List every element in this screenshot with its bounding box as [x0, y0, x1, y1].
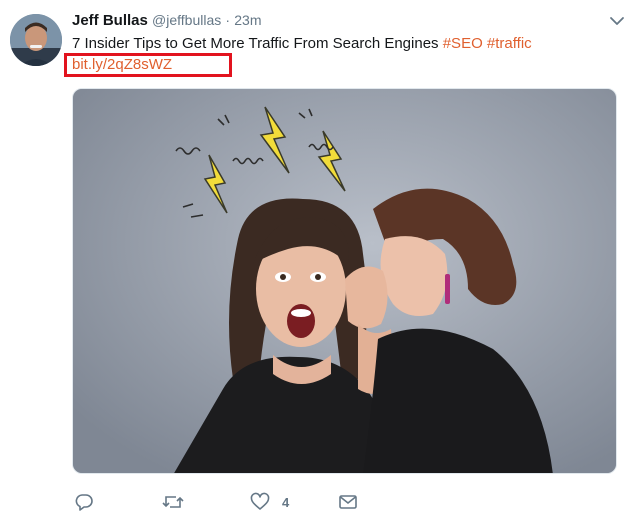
tweet-media-photo[interactable]: [72, 88, 617, 474]
retweet-button[interactable]: [162, 490, 184, 514]
like-count: 4: [282, 494, 290, 510]
tweet-actions-bar: 4: [72, 490, 617, 514]
tweet-timestamp[interactable]: 23m: [234, 12, 261, 28]
author-handle[interactable]: @jeffbullas: [152, 12, 221, 28]
tweet-card[interactable]: Jeff Bullas @jeffbullas · 23m 7 Insider …: [0, 0, 640, 523]
tweet-link[interactable]: bit.ly/2qZ8sWZ: [72, 56, 172, 73]
hashtag-traffic[interactable]: #traffic: [487, 35, 532, 52]
hashtag-seo[interactable]: #SEO: [443, 35, 483, 52]
tweet-text: 7 Insider Tips to Get More Traffic From …: [72, 35, 532, 52]
reply-button[interactable]: [74, 490, 94, 514]
photo-illustration: [73, 89, 616, 473]
chevron-down-icon[interactable]: [608, 12, 626, 30]
tweet-text-body: 7 Insider Tips to Get More Traffic From …: [72, 35, 439, 52]
avatar[interactable]: [10, 14, 62, 66]
separator-dot: ·: [225, 12, 231, 28]
heart-icon: [250, 492, 270, 512]
author-display-name[interactable]: Jeff Bullas: [72, 12, 148, 29]
retweet-icon: [162, 492, 184, 512]
direct-message-button[interactable]: [338, 490, 358, 514]
reply-icon: [74, 492, 94, 512]
envelope-icon: [338, 492, 358, 512]
tweet-header: Jeff Bullas @jeffbullas · 23m: [72, 12, 262, 32]
like-button[interactable]: 4: [250, 490, 289, 514]
